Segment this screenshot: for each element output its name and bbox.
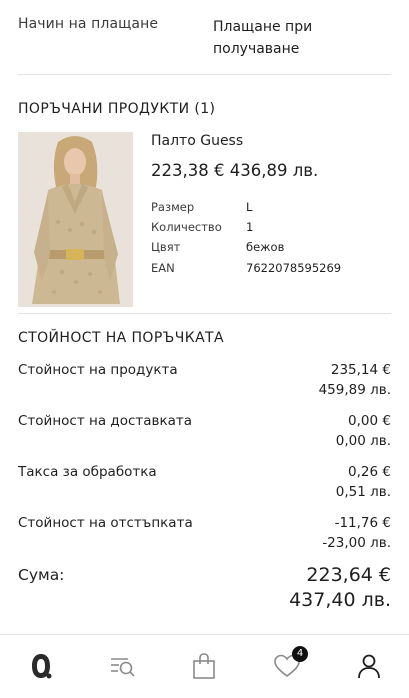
user-icon xyxy=(358,654,380,679)
product-price: 223,38 € 436,89 лв. xyxy=(151,161,319,180)
delivery-value-label: Стойност на доставката xyxy=(18,413,193,429)
total-bgn: 437,40 лв. xyxy=(289,589,391,611)
order-value-title: СТОЙНОСТ НА ПОРЪЧКАТА xyxy=(18,330,224,346)
nav-home[interactable] xyxy=(26,651,56,681)
processing-fee-eur: 0,26 € xyxy=(348,464,391,480)
attr-size-value: L xyxy=(246,200,253,214)
processing-fee-bgn: 0,51 лв. xyxy=(335,484,391,500)
attr-quantity-label: Количество xyxy=(151,220,222,234)
discount-value-bgn: -23,00 лв. xyxy=(322,535,391,551)
nav-wishlist[interactable]: 4 xyxy=(272,646,308,681)
logo-icon xyxy=(32,654,52,679)
nav-profile[interactable] xyxy=(354,651,384,681)
discount-value-eur: -11,76 € xyxy=(334,515,391,531)
product-value-amount: 235,14 € 459,89 лв. xyxy=(319,360,391,400)
wishlist-count-badge: 4 xyxy=(292,646,308,662)
product-name[interactable]: Палто Guess xyxy=(151,133,243,149)
nav-catalog[interactable] xyxy=(107,651,137,681)
total-amount: 223,64 € 437,40 лв. xyxy=(289,563,391,613)
discount-value-amount: -11,76 € -23,00 лв. xyxy=(322,513,391,553)
bottom-navigation: 4 xyxy=(0,634,409,698)
product-value-eur: 235,14 € xyxy=(330,362,391,378)
payment-method-label: Начин на плащане xyxy=(18,16,159,32)
total-label: Сума: xyxy=(18,566,65,584)
shopping-bag-icon xyxy=(193,653,215,679)
discount-value-label: Стойност на отстъпката xyxy=(18,515,193,531)
attr-color-label: Цвят xyxy=(151,240,181,254)
product-value-label: Стойност на продукта xyxy=(18,362,178,378)
ordered-products-title: ПОРЪЧАНИ ПРОДУКТИ (1) xyxy=(18,101,216,117)
processing-fee-amount: 0,26 € 0,51 лв. xyxy=(336,462,391,502)
attr-ean-label: EAN xyxy=(151,261,175,275)
nav-cart[interactable] xyxy=(189,651,219,681)
product-image[interactable] xyxy=(18,132,133,307)
payment-method-value: Плащане при получаване xyxy=(213,19,313,57)
delivery-value-eur: 0,00 € xyxy=(348,413,391,429)
delivery-value-amount: 0,00 € 0,00 лв. xyxy=(336,411,391,451)
product-value-bgn: 459,89 лв. xyxy=(318,382,391,398)
divider xyxy=(18,74,391,75)
processing-fee-label: Такса за обработка xyxy=(18,464,157,480)
search-list-icon xyxy=(111,658,135,677)
total-eur: 223,64 € xyxy=(306,564,391,586)
attr-size-label: Размер xyxy=(151,200,195,214)
divider xyxy=(18,313,391,314)
payment-method-row: Начин на плащане Плащане при получаване xyxy=(0,0,409,75)
delivery-value-bgn: 0,00 лв. xyxy=(335,433,391,449)
attr-quantity-value: 1 xyxy=(246,220,254,234)
coat-product-image xyxy=(18,132,133,307)
attr-ean-value: 7622078595269 xyxy=(246,261,342,275)
attr-color-value: бежов xyxy=(246,240,285,254)
